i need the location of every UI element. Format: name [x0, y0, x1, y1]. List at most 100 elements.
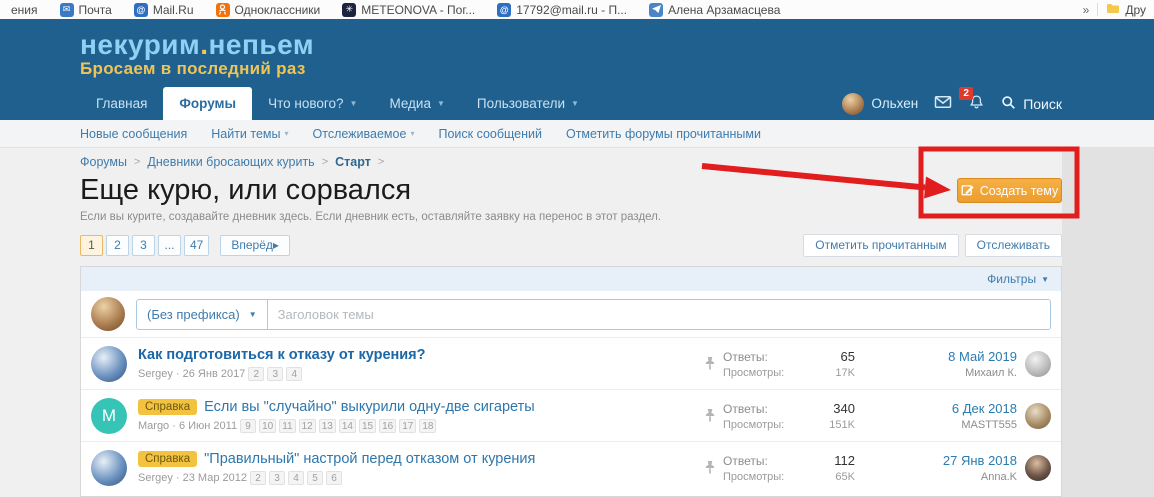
last-post-date[interactable]: 8 Май 2019 — [865, 349, 1017, 364]
forum-subnav: Новые сообщения Найти темы ▾ Отслеживаемо… — [0, 120, 1154, 148]
chevron-right-icon: > — [321, 155, 329, 168]
thread-title-input[interactable] — [267, 299, 1050, 329]
thread-page-link[interactable]: 17 — [399, 418, 417, 433]
create-thread-button[interactable]: Создать тему — [957, 178, 1062, 203]
chevron-down-icon: ▾ — [284, 129, 289, 138]
filters-button[interactable]: Фильтры — [987, 272, 1036, 286]
thread-page-link[interactable]: 4 — [286, 366, 303, 381]
thread-page-link[interactable]: 6 — [325, 470, 342, 485]
tab-forums[interactable]: Форумы — [163, 87, 253, 120]
chevron-down-icon: ▼ — [248, 309, 257, 319]
thread-row[interactable]: M Справка Если вы "случайно" выкурили од… — [81, 389, 1061, 441]
breadcrumb-forums[interactable]: Форумы — [80, 155, 127, 169]
thread-page-link[interactable]: 18 — [419, 418, 437, 433]
page-title: Еще курю, или сорвался — [80, 174, 412, 206]
last-post-user[interactable]: MASTT555 — [865, 419, 1017, 431]
thread-byline[interactable]: Sergey · 23 Мар 2012 — [138, 472, 247, 484]
bookmark-item[interactable]: ✉ Почта — [49, 2, 123, 17]
bookmark-item[interactable]: Одноклассники — [205, 2, 332, 17]
page-gap[interactable]: ... — [158, 235, 181, 256]
thread-stats: Ответы: 65 Просмотры: 17K — [723, 348, 855, 379]
page-number-47[interactable]: 47 — [184, 235, 210, 256]
thread-page-link[interactable]: 4 — [287, 470, 304, 485]
thread-page-link[interactable]: 14 — [338, 418, 356, 433]
thread-list-panel: Фильтры ▼ (Без префикса) ▼ Как подготови… — [80, 266, 1062, 497]
thread-list-toolbar: 1 2 3 ... 47 Вперёд▸ Отметить прочитанны… — [80, 234, 1062, 257]
bookmark-item[interactable]: @ 17792@mail.ru - П... — [486, 2, 638, 17]
prefix-badge[interactable]: Справка — [138, 398, 198, 415]
thread-page-link[interactable]: 5 — [306, 470, 323, 485]
avatar[interactable] — [91, 449, 127, 486]
alerts-button[interactable]: 2 — [959, 86, 985, 114]
thread-page-link[interactable]: 10 — [259, 418, 277, 433]
ok-icon — [215, 2, 230, 17]
account-menu[interactable]: Ольхен — [842, 92, 918, 115]
bookmark-item[interactable]: Алена Арзамасцева — [638, 2, 791, 17]
chevron-down-icon: ▼ — [436, 99, 445, 108]
search-button[interactable]: Поиск — [1001, 95, 1062, 113]
thread-page-link[interactable]: 11 — [279, 418, 296, 433]
mark-read-button[interactable]: Отметить прочитанным — [803, 234, 959, 257]
next-page-button[interactable]: Вперёд▸ — [220, 235, 290, 256]
subnav-new-posts[interactable]: Новые сообщения — [80, 127, 187, 141]
page-gutter — [1062, 148, 1154, 497]
tab-media[interactable]: Медиа ▼ — [373, 87, 460, 120]
thread-page-link[interactable]: 12 — [298, 418, 316, 433]
subnav-mark-forums-read[interactable]: Отметить форумы прочитанными — [566, 127, 761, 141]
thread-page-link[interactable]: 13 — [318, 418, 336, 433]
views-count: 17K — [835, 366, 855, 379]
prefix-badge[interactable]: Справка — [138, 450, 198, 467]
thread-page-link[interactable]: 2 — [249, 470, 266, 485]
last-post-user[interactable]: Anna.K — [865, 471, 1017, 483]
sticky-pin-icon — [697, 356, 723, 371]
thread-byline[interactable]: Sergey · 26 Янв 2017 — [138, 368, 245, 380]
page-number-2[interactable]: 2 — [106, 235, 129, 256]
tab-members[interactable]: Пользователи ▼ — [461, 87, 595, 120]
social-icon — [649, 2, 664, 17]
page-number-1[interactable]: 1 — [80, 235, 103, 256]
last-post-avatar[interactable] — [1025, 454, 1051, 481]
bookmark-item[interactable]: ✳ METEONOVA - Пог... — [331, 2, 486, 17]
subnav-watched[interactable]: Отслеживаемое ▾ — [313, 127, 415, 141]
subnav-find-threads[interactable]: Найти темы ▾ — [211, 127, 288, 141]
bookmarks-overflow-chevron[interactable]: » — [1075, 3, 1098, 17]
site-logo[interactable]: некурим.непьем Бросаем в последний раз — [80, 30, 314, 78]
watch-button[interactable]: Отслеживать — [964, 234, 1062, 257]
breadcrumb-start[interactable]: Старт — [335, 155, 371, 169]
thread-page-link[interactable]: 3 — [267, 366, 284, 381]
thread-title-link[interactable]: Как подготовиться к отказу от курения? — [138, 347, 426, 363]
thread-byline[interactable]: Margo · 6 Июн 2011 — [138, 420, 237, 432]
filters-bar: Фильтры ▼ — [81, 267, 1061, 291]
last-post-date[interactable]: 6 Дек 2018 — [865, 401, 1017, 416]
tab-whats-new[interactable]: Что нового? ▼ — [252, 87, 373, 120]
bookmark-item[interactable]: @ Mail.Ru — [123, 2, 205, 17]
last-post-avatar[interactable] — [1025, 402, 1051, 429]
last-post-date[interactable]: 27 Янв 2018 — [865, 453, 1017, 468]
thread-page-link[interactable]: 2 — [248, 366, 265, 381]
thread-page-link[interactable]: 9 — [240, 418, 257, 433]
page-number-3[interactable]: 3 — [132, 235, 155, 256]
folder-icon — [1106, 2, 1120, 17]
breadcrumb-diaries[interactable]: Дневники бросающих курить — [147, 155, 314, 169]
avatar[interactable]: M — [91, 397, 127, 434]
logo-tagline: Бросаем в последний раз — [80, 59, 306, 79]
last-post-avatar[interactable] — [1025, 350, 1051, 377]
last-post-user[interactable]: Михаил К. — [865, 367, 1017, 379]
thread-title-link[interactable]: "Правильный" настрой перед отказом от ку… — [204, 451, 535, 467]
thread-page-link[interactable]: 15 — [358, 418, 377, 433]
avatar[interactable] — [91, 345, 127, 382]
thread-page-link[interactable]: 3 — [268, 470, 285, 485]
bookmark-item[interactable]: ения — [0, 3, 49, 17]
avatar — [91, 297, 125, 331]
inbox-button[interactable] — [934, 95, 952, 112]
thread-page-link[interactable]: 16 — [379, 418, 397, 433]
thread-title-link[interactable]: Если вы "случайно" выкурили одну-две сиг… — [204, 399, 535, 415]
thread-row[interactable]: Как подготовиться к отказу от курения? S… — [81, 337, 1061, 389]
prefix-select[interactable]: (Без префикса) ▼ — [137, 299, 268, 329]
tab-home[interactable]: Главная — [80, 87, 163, 120]
thread-stats: Ответы: 340 Просмотры: 151K — [723, 400, 855, 431]
bookmark-folder[interactable]: Дру — [1098, 2, 1154, 17]
subnav-search-posts[interactable]: Поиск сообщений — [438, 127, 542, 141]
thread-row[interactable]: Справка "Правильный" настрой перед отказ… — [81, 441, 1061, 493]
views-count: 151K — [829, 418, 855, 431]
